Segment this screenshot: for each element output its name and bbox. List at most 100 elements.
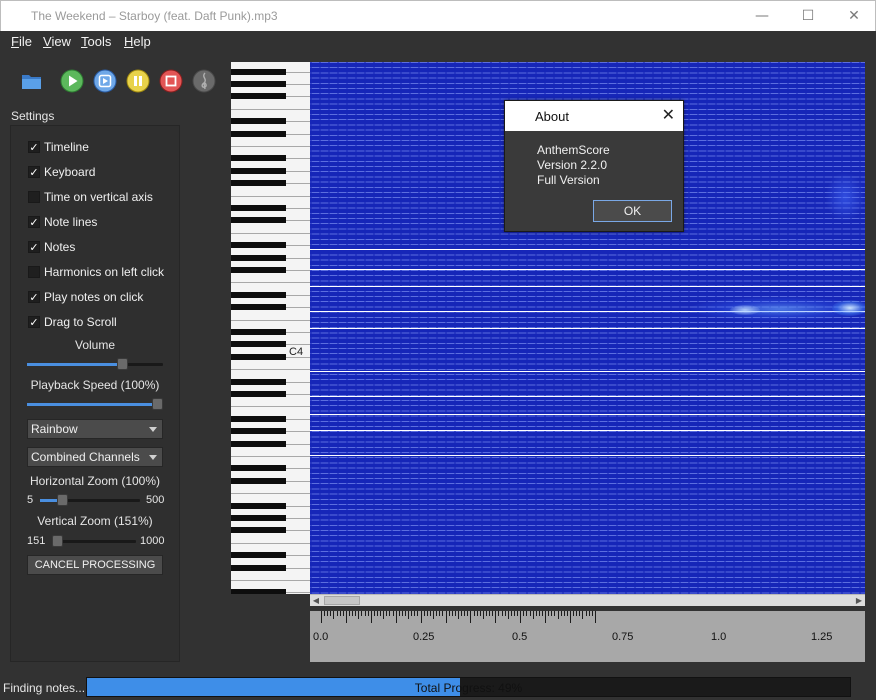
black-key[interactable] bbox=[231, 565, 286, 571]
about-version: Version 2.2.0 bbox=[537, 158, 608, 172]
horizontal-zoom-label: Horizontal Zoom (100%) bbox=[29, 474, 161, 488]
checkbox-box[interactable] bbox=[28, 266, 40, 278]
play-from-start-icon[interactable] bbox=[93, 69, 117, 93]
note-line bbox=[310, 249, 865, 250]
black-key[interactable] bbox=[231, 292, 286, 298]
black-key[interactable] bbox=[231, 255, 286, 261]
checkbox-box[interactable]: ✓ bbox=[28, 316, 40, 328]
black-key[interactable] bbox=[231, 205, 286, 211]
about-close-icon[interactable]: ✕ bbox=[662, 105, 675, 124]
scroll-right-arrow-icon[interactable]: ▶ bbox=[853, 595, 865, 606]
black-key[interactable] bbox=[231, 329, 286, 335]
checkbox-box[interactable]: ✓ bbox=[28, 141, 40, 153]
black-key[interactable] bbox=[231, 267, 286, 273]
black-key[interactable] bbox=[231, 131, 286, 137]
chevron-down-icon bbox=[149, 427, 157, 432]
piano-keyboard[interactable] bbox=[231, 62, 310, 594]
timeline-minor-tick bbox=[551, 611, 552, 616]
black-key[interactable] bbox=[231, 341, 286, 347]
black-key[interactable] bbox=[231, 589, 286, 594]
black-key[interactable] bbox=[231, 428, 286, 434]
timeline-minor-tick bbox=[582, 611, 583, 616]
channels-select[interactable]: Combined Channels bbox=[27, 447, 163, 467]
black-key[interactable] bbox=[231, 465, 286, 471]
black-key[interactable] bbox=[231, 304, 286, 310]
menu-view[interactable]: View bbox=[43, 34, 71, 49]
slider-handle[interactable] bbox=[57, 494, 68, 506]
timeline-minor-tick bbox=[536, 611, 537, 616]
timeline-minor-tick bbox=[595, 611, 596, 616]
maximize-button[interactable]: ☐ bbox=[785, 1, 831, 32]
slider-handle[interactable] bbox=[152, 398, 163, 410]
cancel-processing-button[interactable]: CANCEL PROCESSING bbox=[27, 555, 163, 575]
black-key[interactable] bbox=[231, 180, 286, 186]
timeline-minor-tick bbox=[449, 611, 450, 616]
black-key[interactable] bbox=[231, 217, 286, 223]
black-key[interactable] bbox=[231, 515, 286, 521]
black-key[interactable] bbox=[231, 503, 286, 509]
checkbox-box[interactable]: ✓ bbox=[28, 241, 40, 253]
slider-handle[interactable] bbox=[117, 358, 128, 370]
timeline-minor-tick bbox=[436, 611, 437, 616]
black-key[interactable] bbox=[231, 155, 286, 161]
menu-tools[interactable]: Tools bbox=[81, 34, 111, 49]
black-key[interactable] bbox=[231, 93, 286, 99]
menu-file[interactable]: File bbox=[11, 34, 32, 49]
black-key[interactable] bbox=[231, 527, 286, 533]
scroll-left-arrow-icon[interactable]: ◀ bbox=[310, 595, 322, 606]
checkbox-box[interactable] bbox=[28, 191, 40, 203]
title-bar: The Weekend – Starboy (feat. Daft Punk).… bbox=[0, 0, 876, 31]
checkbox-box[interactable]: ✓ bbox=[28, 291, 40, 303]
black-key[interactable] bbox=[231, 354, 286, 360]
white-key-edge bbox=[231, 320, 310, 321]
black-key[interactable] bbox=[231, 242, 286, 248]
vertical-zoom-label: Vertical Zoom (151%) bbox=[37, 514, 153, 528]
black-key[interactable] bbox=[231, 552, 286, 558]
menu-help[interactable]: Help bbox=[124, 34, 151, 49]
checkbox-box[interactable]: ✓ bbox=[28, 216, 40, 228]
black-key[interactable] bbox=[231, 478, 286, 484]
horizontal-scrollbar[interactable]: ◀ ▶ bbox=[310, 594, 865, 606]
white-key-edge bbox=[231, 369, 310, 370]
about-ok-button[interactable]: OK bbox=[593, 200, 672, 222]
volume-slider[interactable] bbox=[27, 358, 163, 370]
timeline-minor-tick bbox=[467, 611, 468, 616]
vzoom-min: 151 bbox=[27, 535, 46, 547]
black-key[interactable] bbox=[231, 391, 286, 397]
timeline-minor-tick bbox=[439, 611, 440, 616]
close-button[interactable]: ✕ bbox=[831, 1, 876, 32]
scrollbar-thumb[interactable] bbox=[324, 596, 360, 605]
playback-speed-slider[interactable] bbox=[27, 398, 163, 410]
black-key[interactable] bbox=[231, 81, 286, 87]
timeline-minor-tick bbox=[470, 611, 471, 616]
progress-bar: Total Progress: 49% bbox=[86, 677, 851, 697]
horizontal-zoom-slider[interactable] bbox=[40, 494, 140, 506]
white-key-edge bbox=[231, 456, 310, 457]
black-key[interactable] bbox=[231, 69, 286, 75]
note-line bbox=[310, 328, 865, 329]
slider-handle[interactable] bbox=[52, 535, 63, 547]
pause-icon[interactable] bbox=[126, 69, 150, 93]
vertical-zoom-slider[interactable] bbox=[52, 535, 136, 547]
timeline-minor-tick bbox=[542, 611, 543, 616]
treble-clef-icon[interactable] bbox=[192, 69, 216, 93]
timeline-minor-tick bbox=[408, 611, 409, 616]
black-key[interactable] bbox=[231, 118, 286, 124]
timeline[interactable]: 0.00.250.50.751.01.251.51.752.02.252.52.… bbox=[310, 611, 865, 662]
timeline-minor-tick bbox=[561, 611, 562, 616]
colormap-select[interactable]: Rainbow bbox=[27, 419, 163, 439]
black-key[interactable] bbox=[231, 168, 286, 174]
black-key[interactable] bbox=[231, 379, 286, 385]
black-key[interactable] bbox=[231, 441, 286, 447]
checkbox-box[interactable]: ✓ bbox=[28, 166, 40, 178]
timeline-minor-tick bbox=[505, 611, 506, 616]
timeline-minor-tick bbox=[477, 611, 478, 616]
timeline-minor-tick bbox=[405, 611, 406, 616]
stop-icon[interactable] bbox=[159, 69, 183, 93]
minimize-button[interactable]: — bbox=[739, 1, 785, 32]
timeline-minor-tick bbox=[358, 611, 359, 616]
black-key[interactable] bbox=[231, 416, 286, 422]
play-icon[interactable] bbox=[60, 69, 84, 93]
timeline-minor-tick bbox=[514, 611, 515, 616]
folder-open-icon[interactable] bbox=[20, 69, 44, 93]
